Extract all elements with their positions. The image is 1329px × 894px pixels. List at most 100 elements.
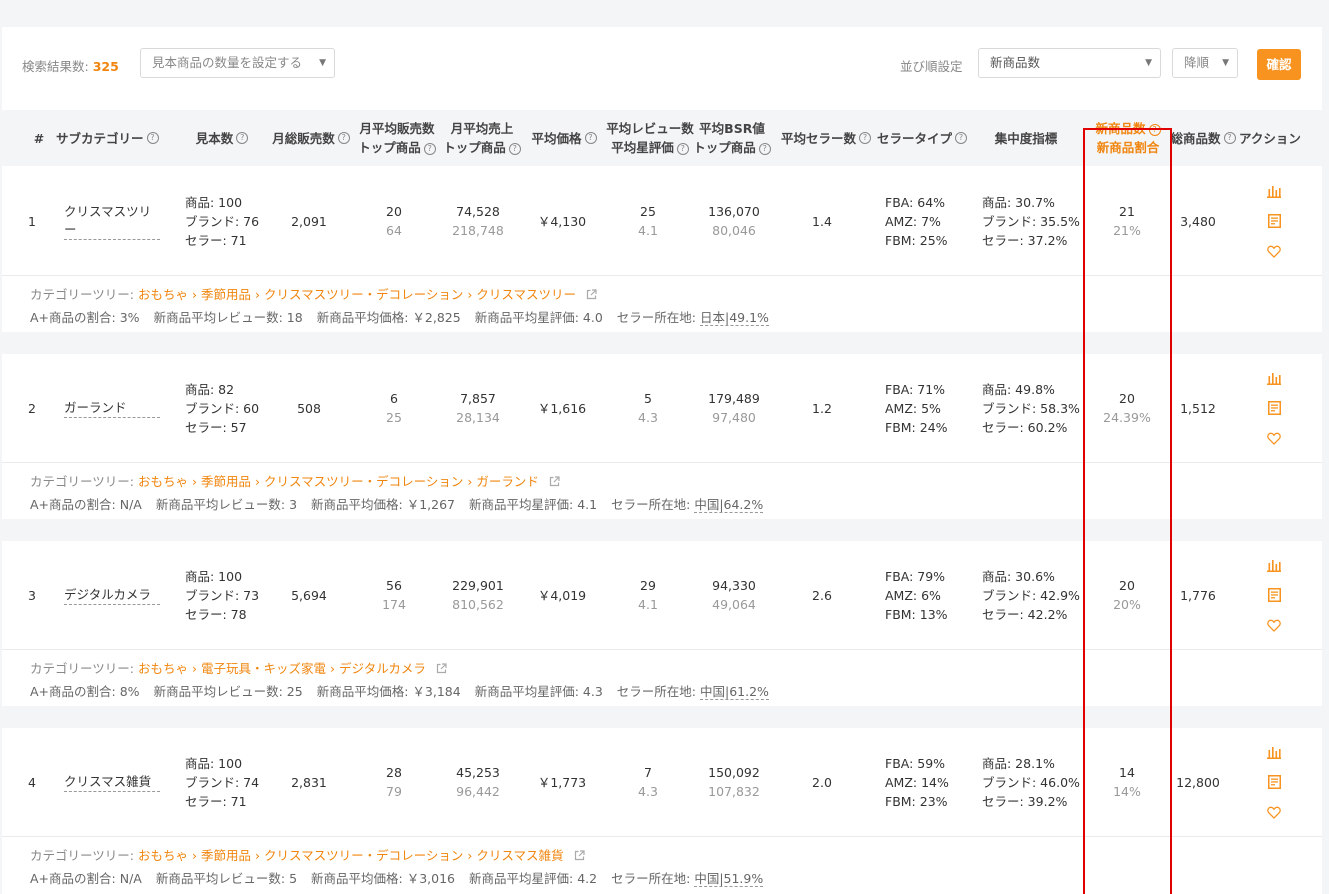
new-rating-label: 新商品平均星評価:	[474, 310, 579, 325]
help-icon[interactable]: ?	[236, 132, 249, 144]
heart-icon[interactable]	[1264, 616, 1284, 634]
bar-chart-icon[interactable]	[1264, 182, 1284, 200]
row-details: カテゴリーツリー: おもちゃ › 季節用品 › クリスマスツリー・デコレーション › クリス…	[2, 837, 1322, 893]
heart-icon[interactable]	[1264, 803, 1284, 821]
help-icon[interactable]: ?	[676, 142, 689, 155]
col-total[interactable]: 総商品数?	[1166, 110, 1240, 166]
category-tree-link[interactable]: クリスマスツリー・デコレーション	[264, 474, 463, 489]
document-icon[interactable]	[1264, 212, 1284, 230]
external-link-icon[interactable]	[549, 475, 560, 490]
col-avg-price[interactable]: 平均価格?	[526, 110, 602, 166]
col-index-label: #	[33, 130, 45, 146]
col-seller-type[interactable]: セラータイプ?	[874, 110, 970, 166]
avg-rating: 4.1	[638, 223, 658, 238]
new-avg-price: 新商品平均価格: ￥2,825	[317, 310, 461, 325]
category-tree-link[interactable]: おもちゃ	[138, 287, 188, 302]
subcategory-link[interactable]: クリスマスツリー	[64, 203, 160, 240]
new-rating-value: 4.0	[582, 310, 603, 325]
subcategory-link[interactable]: クリスマス雑貨	[64, 773, 160, 792]
cell-sellers: 1.2	[797, 353, 847, 463]
aplus-label: A+商品の割合:	[30, 497, 116, 512]
new-price-value: ￥3,016	[406, 871, 456, 886]
col-avg-revenue-label: 月平均売上	[450, 121, 514, 136]
table-row: 1 クリスマスツリー 商品: 100 ブランド: 76 セラー: 71 2,091 20 64…	[2, 166, 1322, 332]
result-count-label: 検索結果数:	[22, 59, 89, 74]
confirm-button[interactable]: 確認	[1257, 49, 1301, 80]
avg-sales-top: 174	[382, 597, 406, 612]
category-tree-link[interactable]: おもちゃ	[138, 661, 188, 676]
help-icon[interactable]: ?	[146, 132, 159, 144]
external-link-icon[interactable]	[436, 662, 447, 677]
aplus-label: A+商品の割合:	[30, 684, 116, 699]
document-icon[interactable]	[1264, 773, 1284, 791]
help-icon[interactable]: ?	[508, 142, 521, 155]
document-icon[interactable]	[1264, 586, 1284, 604]
avg-sales: 28	[386, 765, 402, 780]
heart-icon[interactable]	[1264, 429, 1284, 447]
avg-rating: 4.3	[638, 410, 658, 425]
category-tree-label: カテゴリーツリー:	[30, 474, 134, 489]
category-tree-link[interactable]: おもちゃ	[138, 474, 188, 489]
avg-reviews: 29	[640, 578, 656, 593]
category-tree-link[interactable]: クリスマスツリー	[476, 287, 576, 302]
category-tree-link[interactable]: クリスマスツリー・デコレーション	[264, 848, 463, 863]
concentration-products: 商品: 30.7%	[982, 194, 1055, 210]
col-subcategory[interactable]: サブカテゴリー?	[56, 110, 176, 166]
aplus-label: A+商品の割合:	[30, 310, 116, 325]
col-monthly-sales[interactable]: 月総販売数?	[266, 110, 356, 166]
help-icon[interactable]: ?	[1223, 132, 1236, 144]
category-tree-link[interactable]: デジタルカメラ	[339, 661, 426, 676]
help-icon[interactable]: ?	[423, 142, 436, 155]
col-concentration[interactable]: 集中度指標	[980, 110, 1072, 166]
col-avg-sales-label: 月平均販売数	[359, 121, 435, 136]
sample-sellers: セラー: 57	[185, 419, 247, 435]
category-tree-link[interactable]: 季節用品	[201, 474, 251, 489]
new-price-label: 新商品平均価格:	[316, 310, 409, 325]
help-icon[interactable]: ?	[955, 132, 967, 144]
help-icon[interactable]: ?	[1148, 123, 1161, 136]
bar-chart-icon[interactable]	[1264, 743, 1284, 761]
breadcrumb-separator-icon: ›	[191, 848, 197, 863]
col-bsr[interactable]: 平均BSR値 トップ商品?	[693, 110, 771, 166]
category-tree-link[interactable]: ガーランド	[476, 474, 539, 489]
subcategory-link[interactable]: デジタルカメラ	[64, 586, 160, 605]
category-tree-link[interactable]: クリスマスツリー・デコレーション	[264, 287, 463, 302]
cell-seller-type: FBA: 71% AMZ: 5% FBM: 24%	[885, 353, 965, 463]
bar-chart-icon[interactable]	[1264, 369, 1284, 387]
sort-order-select[interactable]: 降順 ▼	[1172, 48, 1238, 78]
heart-icon[interactable]	[1264, 242, 1284, 260]
col-sellers-label: 平均セラー数	[780, 130, 856, 146]
sample-quantity-select[interactable]: 見本商品の数量を設定する ▼	[140, 48, 335, 78]
new-avg-price: 新商品平均価格: ￥1,267	[311, 497, 455, 512]
col-reviews[interactable]: 平均レビュー数 平均星評価?	[604, 110, 696, 166]
external-link-icon[interactable]	[574, 849, 585, 864]
sort-field-select[interactable]: 新商品数 ▼	[978, 48, 1161, 78]
sample-brands: ブランド: 60	[185, 400, 260, 416]
help-icon[interactable]: ?	[859, 132, 871, 144]
seller-location-value: 中国|51.9%	[694, 871, 764, 887]
category-tree-link[interactable]: 季節用品	[201, 848, 251, 863]
category-tree-link[interactable]: 電子玩具・キッズ家電	[201, 661, 326, 676]
new-avg-price: 新商品平均価格: ￥3,184	[317, 684, 461, 699]
col-sellers[interactable]: 平均セラー数?	[778, 110, 874, 166]
cell-avg-revenue: 7,857 28,134	[438, 353, 518, 463]
concentration-brands: ブランド: 58.3%	[982, 400, 1080, 416]
category-tree-link[interactable]: 季節用品	[201, 287, 251, 302]
category-tree-link[interactable]: おもちゃ	[138, 848, 188, 863]
col-avg-revenue[interactable]: 月平均売上 トップ商品?	[439, 110, 525, 166]
help-icon[interactable]: ?	[337, 132, 350, 144]
bar-chart-icon[interactable]	[1264, 556, 1284, 574]
col-reviews-sublabel: 平均星評価	[611, 140, 674, 155]
col-avg-sales[interactable]: 月平均販売数 トップ商品?	[354, 110, 440, 166]
category-tree-link[interactable]: クリスマス雑貨	[476, 848, 563, 863]
row-index: 1	[28, 213, 36, 229]
new-reviews-label: 新商品平均レビュー数:	[153, 310, 283, 325]
breadcrumb-separator-icon: ›	[329, 661, 335, 676]
help-icon[interactable]: ?	[758, 142, 771, 155]
external-link-icon[interactable]	[586, 288, 597, 303]
document-icon[interactable]	[1264, 399, 1284, 417]
col-sample[interactable]: 見本数?	[182, 110, 262, 166]
help-icon[interactable]: ?	[584, 132, 597, 144]
col-new-products[interactable]: 新商品数? 新商品割合	[1085, 110, 1171, 166]
subcategory-link[interactable]: ガーランド	[64, 399, 160, 418]
